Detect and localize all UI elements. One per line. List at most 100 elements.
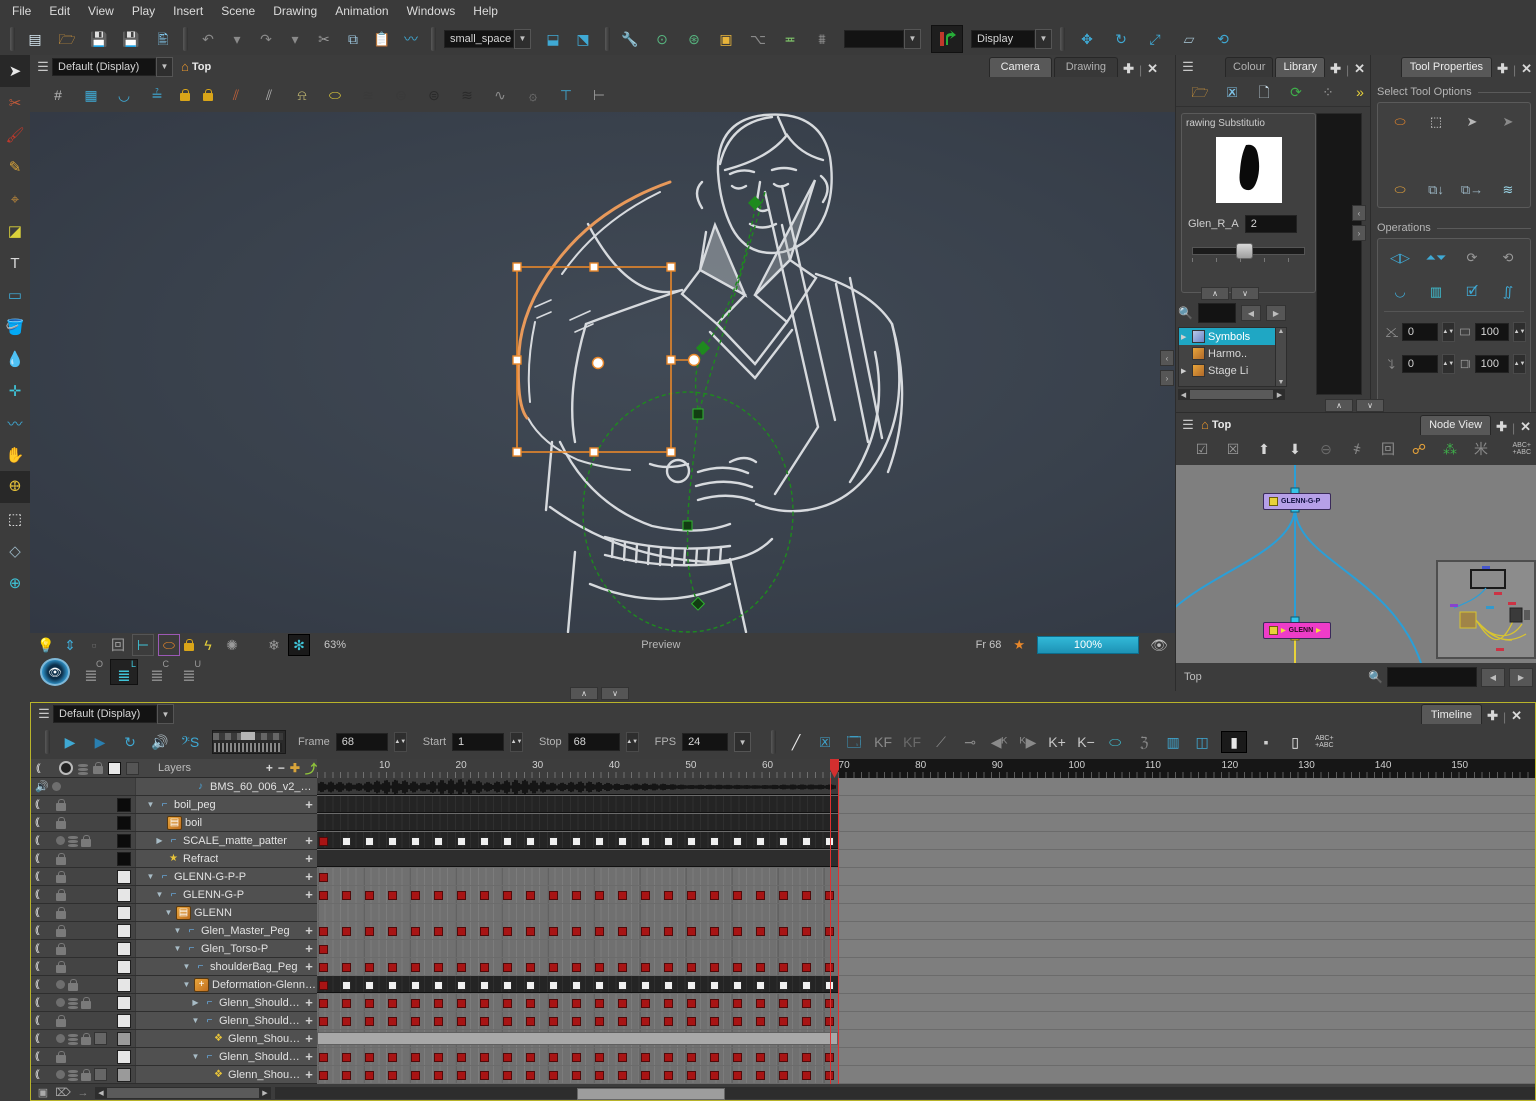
camera-display-select[interactable]: Default (Display) bbox=[52, 58, 156, 76]
keyframe-frame-28[interactable] bbox=[526, 927, 535, 936]
thumbnail-all-icon[interactable] bbox=[126, 762, 139, 775]
animate-toggle-icon[interactable]: (( bbox=[35, 889, 53, 900]
keyframe-frame-46[interactable] bbox=[664, 999, 673, 1008]
lock-toggle-icon[interactable] bbox=[56, 803, 66, 811]
keyframe-frame-31[interactable] bbox=[549, 999, 558, 1008]
keyframe-frame-19[interactable] bbox=[457, 837, 466, 846]
offset-x-spinner[interactable]: ▲▼ bbox=[1442, 322, 1455, 342]
lock-toggle-icon[interactable] bbox=[56, 1055, 66, 1063]
animate-toggle-icon[interactable]: (( bbox=[35, 907, 53, 918]
keyframe-frame-10[interactable] bbox=[388, 1017, 397, 1026]
keyframe-frame-43[interactable] bbox=[641, 1017, 650, 1026]
keyframe-frame-4[interactable] bbox=[342, 1053, 351, 1062]
keyframe-frame-34[interactable] bbox=[572, 1071, 581, 1080]
keyframe-frame-4[interactable] bbox=[342, 837, 351, 846]
keyframe-frame-31[interactable] bbox=[549, 891, 558, 900]
keyframe-frame-55[interactable] bbox=[733, 1017, 742, 1026]
keyframe-frame-13[interactable] bbox=[411, 1053, 420, 1062]
keyframe-frame-58[interactable] bbox=[756, 1053, 765, 1062]
keyframe-frame-13[interactable] bbox=[411, 981, 420, 990]
display-select-caret[interactable]: ▼ bbox=[1035, 29, 1052, 49]
name-labels-icon[interactable]: ABC++ABC bbox=[1315, 735, 1333, 749]
empty-select[interactable] bbox=[844, 30, 904, 48]
keyframe-frame-49[interactable] bbox=[687, 963, 696, 972]
node-graph-canvas[interactable]: GLENN-G-P ▶ GLENN ▶ bbox=[1176, 465, 1536, 663]
panel-left-icon[interactable]: ⬓ bbox=[543, 29, 563, 49]
tab-timeline[interactable]: Timeline bbox=[1421, 704, 1482, 724]
keyframe-frame-25[interactable] bbox=[503, 963, 512, 972]
keyframe-frame-40[interactable] bbox=[618, 927, 627, 936]
keyframe-frame-7[interactable] bbox=[365, 999, 374, 1008]
grid-icon[interactable]: # bbox=[48, 85, 68, 105]
layer-name[interactable]: GLENN-G-P bbox=[183, 889, 244, 901]
lock-toggle-icon[interactable] bbox=[56, 1019, 66, 1027]
keyframe-frame-7[interactable] bbox=[365, 837, 374, 846]
empty-select-caret[interactable]: ▼ bbox=[904, 29, 921, 49]
keyframe-frame-52[interactable] bbox=[710, 1017, 719, 1026]
show-data-view-icon[interactable]: ▣ bbox=[35, 1085, 51, 1101]
menu-animation[interactable]: Animation bbox=[331, 1, 402, 21]
track-row-Refract[interactable] bbox=[317, 850, 1535, 868]
keyframe-frame-19[interactable] bbox=[457, 1053, 466, 1062]
keyframe-frame-31[interactable] bbox=[549, 927, 558, 936]
keyframe-frame-10[interactable] bbox=[388, 999, 397, 1008]
render-play-icon[interactable]: ▶ bbox=[90, 732, 110, 752]
layer-row-Glenn_ShoulderB[interactable]: ((▼⌐Glenn_ShoulderB+ bbox=[31, 1048, 317, 1066]
keyframe-frame-34[interactable] bbox=[572, 999, 581, 1008]
keyframe-frame-46[interactable] bbox=[664, 927, 673, 936]
timeline-menu-icon[interactable]: ☰ bbox=[35, 706, 53, 722]
keyframe-frame-1[interactable] bbox=[319, 891, 328, 900]
thumbnails-small-icon[interactable]: ▪ bbox=[1256, 732, 1276, 752]
add-substitution-button[interactable]: + bbox=[301, 869, 317, 884]
keyframe-frame-4[interactable] bbox=[342, 891, 351, 900]
keyframe-frame-61[interactable] bbox=[779, 891, 788, 900]
layer-color-swatch[interactable] bbox=[117, 834, 131, 848]
keyframe-frame-61[interactable] bbox=[779, 837, 788, 846]
track-row-Glenn_Shoulder[interactable] bbox=[317, 1030, 1535, 1048]
next-result-button[interactable]: ▶ bbox=[1266, 305, 1286, 321]
track-row-Glenn_ShoulderE[interactable] bbox=[317, 994, 1535, 1012]
keyframe-frame-61[interactable] bbox=[779, 999, 788, 1008]
prev-result-button[interactable]: ◀ bbox=[1241, 305, 1261, 321]
layer-row-Glenn_ShoulderE[interactable]: ((❖Glenn_ShoulderE+ bbox=[31, 1066, 317, 1084]
keyframe-frame-34[interactable] bbox=[572, 891, 581, 900]
expand-arrow-icon[interactable]: ▼ bbox=[145, 872, 156, 881]
layer-name-cell[interactable]: ▼⌐Glen_Torso-P+ bbox=[135, 940, 317, 957]
keyframe-frame-55[interactable] bbox=[733, 837, 742, 846]
add-substitution-button[interactable]: + bbox=[301, 833, 317, 848]
keyframe-frame-22[interactable] bbox=[480, 1053, 489, 1062]
node-view-menu-icon[interactable]: ☰ bbox=[1179, 417, 1197, 433]
render-view-icon[interactable]: ✻ bbox=[288, 634, 310, 656]
delete-layer-button[interactable]: − bbox=[278, 761, 285, 775]
library-search-input[interactable] bbox=[1198, 303, 1236, 323]
marquee-select-icon[interactable]: ⬚ bbox=[1423, 109, 1449, 133]
keyframe-frame-16[interactable] bbox=[434, 891, 443, 900]
home-icon[interactable]: ⌂ bbox=[181, 59, 189, 74]
arrow-icon[interactable]: → bbox=[75, 1085, 91, 1101]
selection-box-icon[interactable]: ▣ bbox=[716, 29, 736, 49]
hold-line-icon[interactable]: ⊸ bbox=[960, 732, 980, 752]
layer-name[interactable]: GLENN bbox=[194, 907, 232, 919]
keyframe-frame-22[interactable] bbox=[480, 1017, 489, 1026]
next-node-button[interactable]: ▶ bbox=[1509, 668, 1533, 687]
keyframe-frame-1[interactable] bbox=[319, 981, 328, 990]
keyframe-frame-55[interactable] bbox=[733, 1071, 742, 1080]
menu-file[interactable]: File bbox=[8, 1, 45, 21]
keyframe-frame-49[interactable] bbox=[687, 1071, 696, 1080]
keyframe-frame-61[interactable] bbox=[779, 1017, 788, 1026]
keyframe-frame-31[interactable] bbox=[549, 981, 558, 990]
keyframe-frame-4[interactable] bbox=[342, 963, 351, 972]
loop-icon[interactable]: ↻ bbox=[120, 732, 140, 752]
layer-color-swatch[interactable] bbox=[117, 852, 131, 866]
enable-nodes-icon[interactable]: ☑ bbox=[1192, 439, 1212, 459]
layer-name[interactable]: shoulderBag_Peg bbox=[210, 961, 297, 973]
keyframe-frame-37[interactable] bbox=[595, 891, 604, 900]
keyframe-frame-25[interactable] bbox=[503, 1071, 512, 1080]
track-row-GLENN[interactable] bbox=[317, 904, 1535, 922]
keyframe-frame-10[interactable] bbox=[388, 981, 397, 990]
keyframe-frame-64[interactable] bbox=[802, 891, 811, 900]
layer-name-cell[interactable]: ▼⌐boil_peg+ bbox=[135, 796, 317, 813]
tab-colour[interactable]: Colour bbox=[1225, 57, 1273, 77]
current-drawing-on-top-icon[interactable]: 👁 bbox=[40, 658, 70, 686]
tool-transform-box[interactable]: ⬚ bbox=[0, 503, 30, 535]
